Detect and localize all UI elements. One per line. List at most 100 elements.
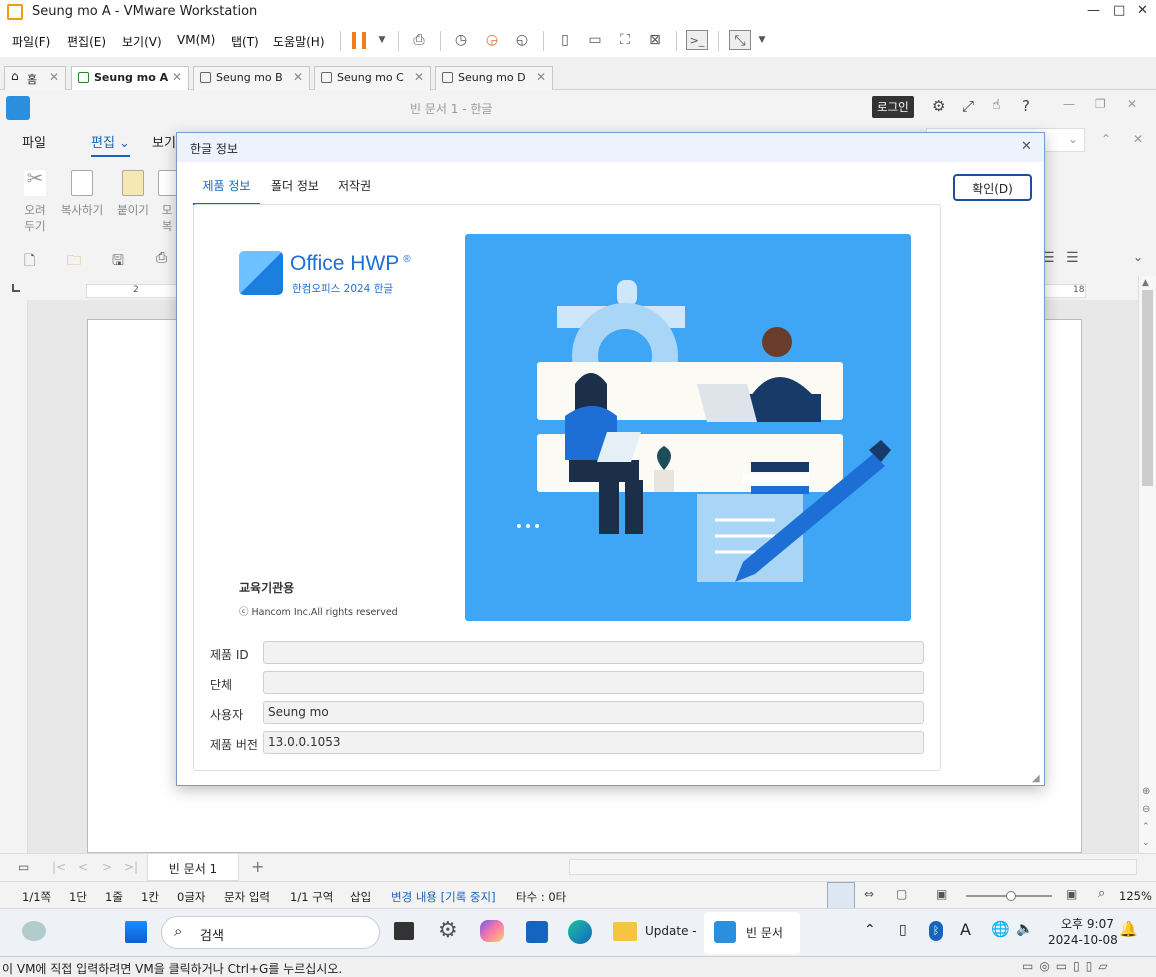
close-icon[interactable]: ✕ bbox=[293, 70, 303, 84]
ribbon-tab-edit[interactable]: 편집 ⌄ bbox=[91, 132, 130, 157]
clock-time[interactable]: 오후 9:07 bbox=[1061, 915, 1114, 932]
next-tab-icon[interactable]: > bbox=[102, 860, 112, 874]
chevron-down-icon[interactable]: ▼ bbox=[371, 30, 393, 50]
settings-icon[interactable]: ⚙ bbox=[932, 97, 945, 115]
add-tab-icon[interactable]: + bbox=[251, 857, 264, 876]
snapshot-manager-icon[interactable]: ◵ bbox=[511, 30, 533, 50]
copilot-icon[interactable] bbox=[480, 920, 504, 942]
minimize-button[interactable]: — bbox=[1087, 3, 1100, 18]
pause-icon[interactable] bbox=[352, 32, 366, 49]
ribbon-tab-file[interactable]: 파일 bbox=[22, 132, 46, 151]
collapse-ribbon-icon[interactable]: ⌃ bbox=[1101, 132, 1111, 146]
bluetooth-icon[interactable]: ᛒ bbox=[929, 921, 943, 941]
open-folder-icon[interactable]: 🗀 bbox=[67, 250, 81, 274]
save-icon[interactable]: 🖫 bbox=[112, 250, 124, 274]
login-tooltip[interactable]: 로그인 bbox=[872, 96, 914, 118]
ime-icon[interactable]: A bbox=[960, 920, 971, 939]
tab-product-info[interactable]: 제품 정보 bbox=[193, 177, 260, 205]
zoom-slider[interactable] bbox=[966, 891, 1052, 901]
help-icon[interactable]: ? bbox=[1022, 97, 1030, 115]
folder-icon[interactable] bbox=[613, 922, 637, 941]
maximize-button[interactable]: □ bbox=[1113, 3, 1125, 18]
close-icon[interactable]: ✕ bbox=[414, 70, 424, 84]
tab-copyright[interactable]: 저작권 bbox=[338, 177, 371, 194]
settings-app-icon[interactable]: ⚙ bbox=[438, 918, 458, 943]
last-tab-icon[interactable]: >| bbox=[124, 860, 138, 874]
weather-icon[interactable] bbox=[22, 921, 46, 941]
tray-chevron-icon[interactable]: ⌃ bbox=[864, 922, 876, 938]
menu-edit[interactable]: 편집(E) bbox=[67, 33, 106, 50]
view-zoom-icon[interactable]: ▣ bbox=[936, 887, 947, 901]
expand-icon[interactable]: ⤢ bbox=[962, 97, 974, 115]
align-distribute-icon[interactable]: ☰ bbox=[1066, 250, 1079, 266]
close-button[interactable]: ✕ bbox=[1137, 3, 1148, 18]
status-track[interactable]: 변경 내용 [기록 중지] bbox=[391, 889, 496, 905]
taskbar-hwp[interactable]: 빈 문서 bbox=[704, 912, 800, 954]
product-id-field[interactable] bbox=[263, 641, 924, 664]
print-icon[interactable]: ⎙ bbox=[156, 250, 167, 266]
menu-vm[interactable]: VM(M) bbox=[177, 33, 215, 47]
taskbar-update[interactable]: Update - bbox=[645, 924, 697, 938]
hand-icon[interactable]: ☝ bbox=[992, 97, 1001, 113]
close-icon[interactable]: ✕ bbox=[536, 70, 546, 84]
library-icon[interactable]: ▯ bbox=[554, 30, 576, 50]
network-icon[interactable]: 🌐 bbox=[991, 920, 1010, 938]
page-down-icon[interactable]: ⌄ bbox=[1142, 838, 1150, 848]
dialog-close-icon[interactable]: ✕ bbox=[1021, 139, 1032, 154]
clock-date[interactable]: 2024-10-08 bbox=[1048, 933, 1118, 947]
zoom-out-icon[interactable]: ⊖ bbox=[1142, 804, 1150, 815]
tab-home[interactable]: ⌂ 홈 ✕ bbox=[4, 66, 66, 90]
copy-button[interactable]: 복사하기 bbox=[58, 170, 106, 218]
tab-seung-mo-d[interactable]: Seung mo D ✕ bbox=[435, 66, 553, 90]
status-mode[interactable]: 문자 입력 bbox=[224, 889, 270, 905]
unity-icon[interactable]: ⊠ bbox=[644, 30, 666, 50]
ribbon-tab-view[interactable]: 보기 bbox=[152, 132, 176, 151]
view-page-icon[interactable] bbox=[827, 882, 855, 909]
menu-view[interactable]: 보기(V) bbox=[122, 33, 162, 50]
thumbnail-icon[interactable]: ▭ bbox=[584, 30, 606, 50]
device-icons[interactable]: ▭◎▭▯▯▱ bbox=[1022, 959, 1114, 973]
horizontal-scrollbar[interactable] bbox=[569, 859, 1137, 875]
prev-tab-icon[interactable]: < bbox=[78, 860, 88, 874]
zoom-level[interactable]: 125% bbox=[1119, 889, 1152, 903]
snapshot-icon[interactable]: ◷ bbox=[450, 30, 472, 50]
console-icon[interactable]: >_ bbox=[686, 30, 708, 50]
zoom-in-icon[interactable]: ⊕ bbox=[1142, 786, 1150, 797]
view-full-icon[interactable]: ▢ bbox=[896, 887, 907, 901]
start-icon[interactable] bbox=[125, 921, 147, 943]
hwp-close-button[interactable]: ✕ bbox=[1127, 97, 1137, 111]
close-icon[interactable]: ✕ bbox=[172, 70, 182, 84]
hwp-restore-button[interactable]: ❐ bbox=[1095, 97, 1106, 111]
taskbar-search[interactable]: ⌕ 검색 bbox=[161, 916, 380, 949]
close-icon[interactable]: ✕ bbox=[49, 70, 59, 84]
zoom-fit-icon[interactable]: ▣ bbox=[1066, 887, 1077, 901]
tab-list-icon[interactable]: ▭ bbox=[18, 860, 29, 874]
edge-icon[interactable] bbox=[568, 920, 592, 944]
paste-button[interactable]: 붙이기 bbox=[113, 170, 153, 218]
ribbon-close-icon[interactable]: ✕ bbox=[1133, 132, 1143, 146]
fullscreen-icon[interactable]: ⛶ bbox=[614, 30, 636, 50]
version-field[interactable]: 13.0.0.1053 bbox=[263, 731, 924, 754]
notification-icon[interactable]: 🔔 bbox=[1119, 920, 1138, 938]
scroll-up-icon[interactable]: ▲ bbox=[1142, 278, 1149, 288]
more-icon[interactable]: ⌄ bbox=[1133, 250, 1143, 264]
menu-help[interactable]: 도움말(H) bbox=[273, 33, 325, 50]
stretch-icon[interactable]: ⤡ bbox=[729, 30, 751, 50]
tab-seung-mo-c[interactable]: Seung mo C ✕ bbox=[314, 66, 431, 90]
zoom-search-icon[interactable]: ⌕ bbox=[1098, 886, 1105, 901]
organization-field[interactable] bbox=[263, 671, 924, 694]
format-button[interactable]: 모 복 bbox=[158, 170, 176, 234]
cut-button[interactable]: ✂ 오려 두기 bbox=[17, 168, 53, 234]
page-up-icon[interactable]: ⌃ bbox=[1142, 822, 1150, 832]
menu-tab[interactable]: 탭(T) bbox=[231, 33, 259, 50]
send-keys-icon[interactable]: ⎙ bbox=[408, 30, 430, 50]
task-view-icon[interactable] bbox=[394, 922, 414, 940]
zoom-slider-thumb[interactable] bbox=[1006, 891, 1016, 901]
tab-seung-mo-a[interactable]: Seung mo A ✕ bbox=[71, 66, 189, 90]
store-icon[interactable] bbox=[526, 921, 548, 943]
new-doc-icon[interactable]: 🗋 bbox=[24, 250, 35, 274]
tab-seung-mo-b[interactable]: Seung mo B ✕ bbox=[193, 66, 310, 90]
hwp-minimize-button[interactable]: — bbox=[1063, 97, 1075, 111]
vertical-scrollbar[interactable]: ▲ ⊕ ⊖ ⌃ ⌄ bbox=[1138, 276, 1156, 853]
menu-file[interactable]: 파일(F) bbox=[12, 33, 50, 50]
